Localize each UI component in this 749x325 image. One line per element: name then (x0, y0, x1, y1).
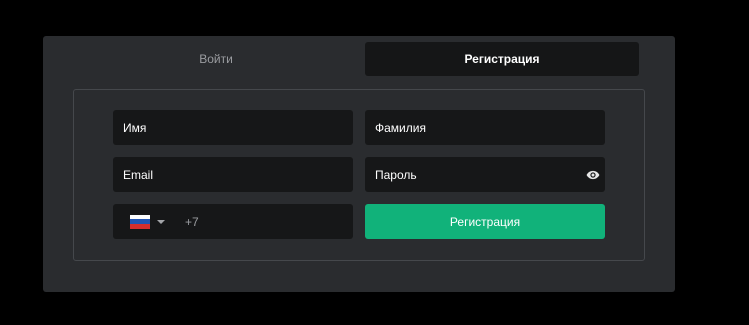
flag-stripe-red (130, 223, 150, 229)
chevron-down-icon (157, 219, 165, 224)
phone-prefix: +7 (185, 214, 199, 229)
country-select[interactable] (113, 204, 173, 239)
last-name-placeholder: Фамилия (375, 120, 426, 135)
register-button[interactable]: Регистрация (365, 204, 605, 239)
email-placeholder: Email (123, 167, 154, 182)
first-name-placeholder: Имя (123, 120, 147, 135)
tab-login[interactable]: Войти (111, 42, 321, 76)
auth-panel: Войти Регистрация Имя Фамилия Email Паро… (43, 36, 675, 292)
registration-form: Имя Фамилия Email Пароль +7 Регистрация (73, 89, 645, 261)
password-field[interactable]: Пароль (365, 157, 605, 192)
email-field[interactable]: Email (113, 157, 353, 192)
phone-field[interactable]: +7 (113, 204, 353, 239)
russia-flag-icon (130, 214, 150, 229)
eye-icon[interactable] (586, 168, 600, 182)
first-name-field[interactable]: Имя (113, 110, 353, 145)
last-name-field[interactable]: Фамилия (365, 110, 605, 145)
password-placeholder: Пароль (375, 167, 417, 182)
tab-register[interactable]: Регистрация (365, 42, 639, 76)
